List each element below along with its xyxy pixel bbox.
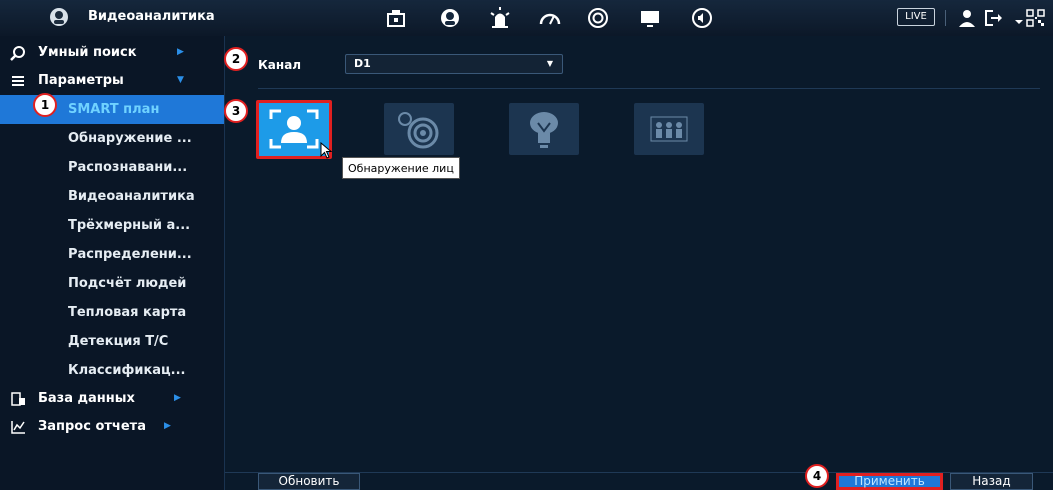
alarm-icon[interactable] [488, 6, 512, 30]
sound-detection-tile[interactable] [384, 103, 454, 155]
sidebar-subitem-label: Классификац... [68, 363, 186, 378]
sidebar-subitem-label: Тепловая карта [68, 305, 187, 320]
search-icon [10, 46, 25, 61]
sidebar-subitem-label: Детекция Т/С [68, 334, 169, 349]
sidebar-item-report[interactable]: Запрос отчета ▶ [0, 412, 224, 441]
sidebar-subitem-video-analytics[interactable]: Видеоаналитика [0, 182, 224, 211]
sidebar-subitem-label: Трёхмерный а... [68, 218, 191, 233]
chevron-right-icon: ▶ [164, 421, 171, 431]
sidebar-subitem-classification[interactable]: Классификац... [0, 356, 224, 385]
sidebar-item-label: Умный поиск [38, 45, 137, 60]
sidebar-subitem-recognition[interactable]: Распознавани... [0, 153, 224, 182]
sidebar-item-parameters[interactable]: Параметры ▼ [0, 66, 224, 95]
tooltip: Обнаружение лиц [342, 157, 460, 179]
sidebar-subitem-people-counting[interactable]: Подсчёт людей [0, 269, 224, 298]
sidebar-item-label: Параметры [38, 73, 124, 88]
divider [258, 88, 1040, 89]
qr-code-icon[interactable] [1026, 6, 1046, 30]
video-analytics-tile[interactable] [509, 103, 579, 155]
annotation-badge-1: 1 [33, 93, 57, 117]
annotation-badge-4: 4 [805, 464, 829, 488]
sidebar-subitem-label: Распознавани... [68, 160, 188, 175]
refresh-button[interactable]: Обновить [258, 473, 360, 490]
apply-button[interactable]: Применить [836, 473, 943, 490]
sidebar-subitem-detection[interactable]: Обнаружение ... [0, 124, 224, 153]
sidebar-item-label: База данных [38, 391, 135, 406]
people-counting-tile[interactable] [634, 103, 704, 155]
face-icon[interactable] [438, 6, 462, 30]
face-detection-icon [269, 109, 319, 149]
sidebar-subitem-vehicle-detection[interactable]: Детекция Т/С [0, 327, 224, 356]
annotation-badge-2: 2 [224, 47, 248, 71]
logout-icon[interactable] [981, 6, 1005, 30]
channel-label: Канал [258, 58, 302, 72]
mouse-cursor-icon [320, 142, 333, 159]
report-chart-icon [11, 421, 25, 434]
back-button[interactable]: Назад [950, 473, 1033, 490]
gauge-icon[interactable] [538, 6, 562, 30]
record-icon[interactable] [586, 6, 610, 30]
live-button[interactable]: LIVE [897, 8, 935, 26]
sound-wave-icon [398, 112, 439, 149]
list-icon [12, 76, 24, 86]
audio-icon[interactable] [690, 6, 714, 30]
people-icon [650, 116, 688, 142]
database-icon [11, 392, 25, 406]
user-icon[interactable] [955, 6, 979, 30]
chevron-right-icon: ▶ [177, 47, 184, 57]
lamp-icon [530, 112, 558, 148]
sidebar-subitem-label: Видеоаналитика [68, 189, 195, 204]
sidebar-subitem-label: Распределени... [68, 247, 192, 262]
channel-select[interactable]: D1 ▼ [345, 54, 563, 74]
chevron-down-icon: ▼ [177, 75, 184, 85]
toolbar-separator [945, 10, 946, 26]
channel-select-value: D1 [354, 57, 371, 70]
camera-icon[interactable] [384, 6, 408, 30]
sidebar-item-database[interactable]: База данных ▶ [0, 384, 224, 413]
face-analytics-logo-icon [50, 8, 68, 26]
sidebar-subitem-heat-map[interactable]: Тепловая карта [0, 298, 224, 327]
top-bar: Видеоаналитика LIVE [0, 0, 1053, 37]
chevron-down-icon: ▼ [546, 59, 553, 68]
app-title: Видеоаналитика [88, 9, 215, 24]
chevron-right-icon: ▶ [174, 393, 181, 403]
sidebar-subitem-label: SMART план [68, 102, 160, 117]
sidebar-item-label: Запрос отчета [38, 419, 146, 434]
monitor-icon[interactable] [638, 6, 662, 30]
annotation-badge-3: 3 [224, 99, 248, 123]
sidebar-subitem-label: Обнаружение ... [68, 131, 192, 146]
sidebar-subitem-3d[interactable]: Трёхмерный а... [0, 211, 224, 240]
sidebar-subitem-distribution[interactable]: Распределени... [0, 240, 224, 269]
sidebar-item-smart-search[interactable]: Умный поиск ▶ [0, 38, 224, 67]
sidebar-subitem-label: Подсчёт людей [68, 276, 187, 291]
